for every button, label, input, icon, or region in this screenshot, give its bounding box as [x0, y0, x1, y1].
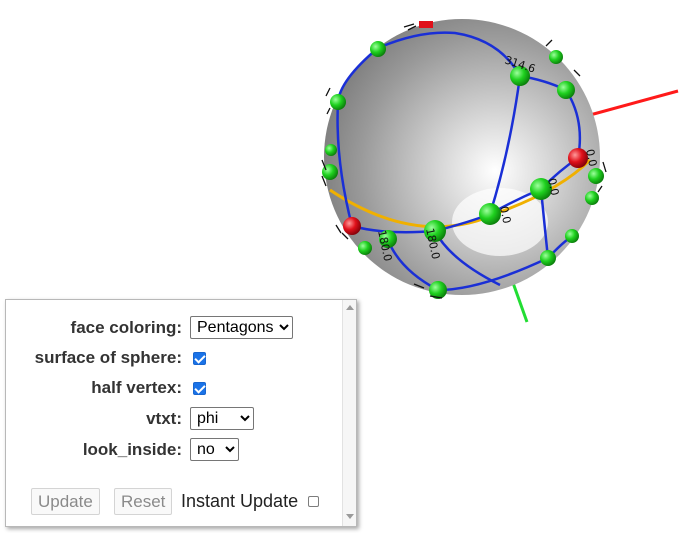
- look-inside-row: look_inside: no: [6, 438, 336, 462]
- instant-update-label: Instant Update: [181, 491, 299, 511]
- vtxt-row: vtxt: phi: [6, 407, 336, 431]
- surface-of-sphere-label: surface of sphere:: [34, 348, 182, 367]
- panel-scrollbar[interactable]: [342, 300, 356, 526]
- vertex-red: [343, 217, 361, 235]
- vertex-green: [540, 250, 556, 266]
- vertex-green: [585, 191, 599, 205]
- reset-button[interactable]: Reset: [114, 488, 173, 515]
- look-inside-label: look_inside:: [82, 440, 182, 459]
- look-inside-select[interactable]: no: [190, 438, 239, 461]
- half-vertex-row: half vertex:: [6, 376, 336, 400]
- vertex-green: [588, 168, 604, 184]
- face-coloring-select[interactable]: Pentagons: [190, 316, 293, 339]
- instant-update-checkbox[interactable]: [308, 496, 319, 507]
- axis-y-line: [510, 279, 529, 323]
- control-panel: face coloring: Pentagons surface of sphe…: [5, 299, 357, 527]
- vertex-green: [557, 81, 575, 99]
- vertex-green: [330, 94, 346, 110]
- scroll-up-icon[interactable]: [346, 305, 354, 310]
- vtxt-label: vtxt:: [146, 409, 182, 428]
- vertex-green: [549, 50, 563, 64]
- face-coloring-row: face coloring: Pentagons: [6, 316, 336, 340]
- axis-x-line: [589, 89, 679, 117]
- vertex-red: [419, 21, 433, 28]
- vtxt-select[interactable]: phi: [190, 407, 254, 430]
- scroll-down-icon[interactable]: [346, 514, 354, 519]
- surface-of-sphere-checkbox[interactable]: [193, 352, 206, 365]
- vertex-green: [565, 229, 579, 243]
- face-coloring-label: face coloring:: [70, 318, 182, 337]
- surface-of-sphere-row: surface of sphere:: [6, 346, 336, 370]
- vertex-green: [358, 241, 372, 255]
- update-button[interactable]: Update: [31, 488, 100, 515]
- half-vertex-checkbox[interactable]: [193, 382, 206, 395]
- vertex-green: [370, 41, 386, 57]
- vertex-green: [325, 144, 337, 156]
- vertex-green: [479, 203, 501, 225]
- half-vertex-label: half vertex:: [91, 378, 182, 397]
